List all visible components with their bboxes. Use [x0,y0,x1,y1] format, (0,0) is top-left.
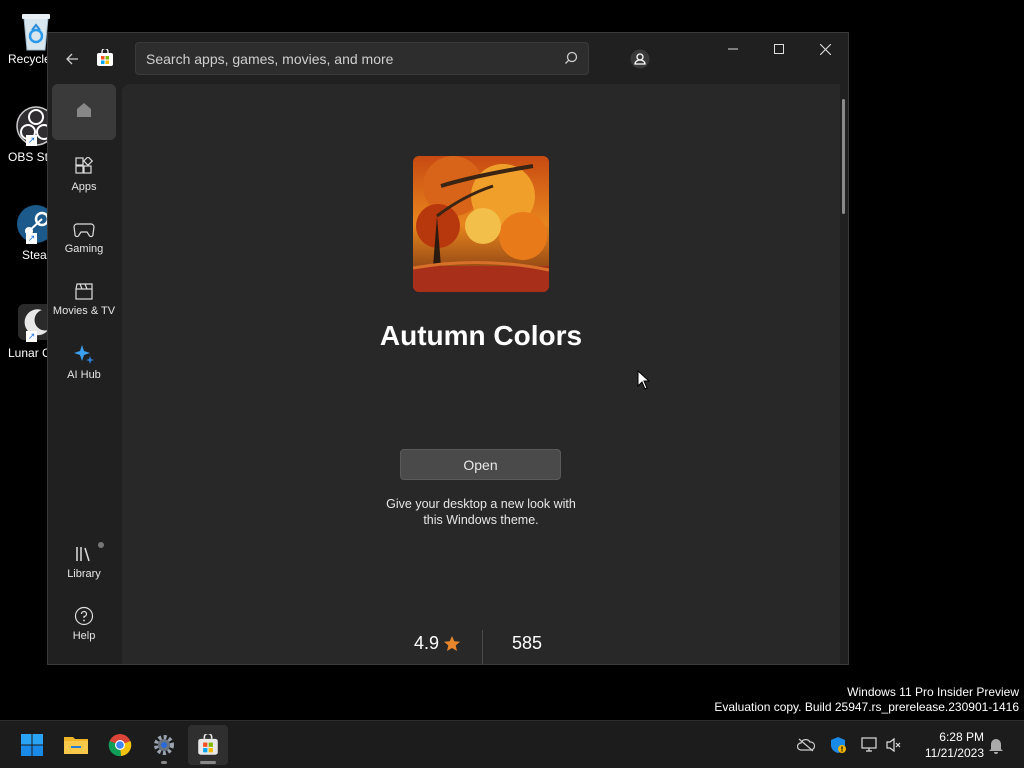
gear-icon [154,735,174,755]
taskbar-chrome[interactable] [100,725,140,765]
store-logo-icon [96,47,114,67]
active-indicator [200,761,216,764]
gamepad-icon [73,223,95,238]
scrollbar[interactable] [842,99,845,214]
system-clock[interactable]: 6:28 PM 11/21/2023 [912,729,984,761]
back-arrow-icon [66,53,78,65]
library-icon [76,547,90,562]
help-icon [74,606,94,626]
nav-item-help[interactable]: Help [52,598,116,656]
product-description: Give your desktop a new look with this W… [386,497,576,527]
clapperboard-icon [75,283,93,300]
account-button[interactable] [628,47,652,71]
home-icon [77,103,91,117]
folder-icon [64,737,88,754]
mouse-cursor-icon [637,370,651,390]
nav-item-apps[interactable]: Apps [52,149,116,207]
onedrive-offline-icon[interactable] [796,735,816,755]
sparkle-icon [74,345,94,364]
product-title: Autumn Colors [379,320,583,351]
notification-bell-icon[interactable] [986,735,1006,755]
windows-watermark: Windows 11 Pro Insider Preview Evaluatio… [714,685,1019,715]
running-indicator [161,761,167,764]
network-icon[interactable] [860,735,880,755]
start-button[interactable] [12,725,52,765]
update-badge [98,542,104,548]
navigation-rail: Apps Gaming Movies & TV AI Hub Library H… [48,83,122,664]
product-thumbnail [413,156,549,292]
shortcut-arrow-icon: ↗ [26,233,37,244]
open-button[interactable]: Open [400,449,561,480]
shortcut-arrow-icon: ↗ [26,331,37,342]
watermark-line-2: Evaluation copy. Build 25947.rs_prerelea… [714,700,1019,714]
store-icon [198,734,218,755]
nav-item-gaming[interactable]: Gaming [52,211,116,269]
nav-label: Help [72,630,96,642]
nav-item-ai-hub[interactable]: AI Hub [52,335,116,393]
close-button[interactable] [802,33,848,65]
nav-label: AI Hub [67,369,101,381]
chrome-icon [108,734,132,757]
maximize-icon [774,44,784,54]
minimize-icon [728,48,738,50]
taskbar-microsoft-store[interactable] [188,725,228,765]
back-button[interactable] [60,47,84,71]
shortcut-arrow-icon: ↗ [26,135,37,146]
clock-time: 6:28 PM [939,730,984,744]
star-icon [444,635,461,651]
nav-label: Library [67,568,101,580]
close-icon [819,43,831,55]
title-bar[interactable]: Search apps, games, movies, and more [48,33,848,83]
maximize-button[interactable] [756,33,802,65]
taskbar-settings[interactable] [144,725,184,765]
search-input[interactable]: Search apps, games, movies, and more [135,42,589,75]
watermark-line-1: Windows 11 Pro Insider Preview [847,685,1019,699]
nav-label: Apps [71,181,97,193]
nav-item-home[interactable] [52,84,116,140]
user-icon [630,49,650,69]
nav-label: Movies & TV [52,305,116,317]
taskbar-file-explorer[interactable] [56,725,96,765]
clock-date: 11/21/2023 [924,746,984,760]
volume-muted-icon[interactable] [884,735,904,755]
windows-security-icon[interactable] [828,735,848,755]
rating-summary[interactable]: 4.9 [414,633,461,654]
nav-item-library[interactable]: Library [52,536,116,594]
apps-icon [75,157,94,174]
rating-value: 4.9 [414,633,440,653]
minimize-button[interactable] [710,33,756,65]
store-window: Search apps, games, movies, and more App… [47,32,849,665]
nav-item-movies-tv[interactable]: Movies & TV [52,273,116,331]
search-placeholder: Search apps, games, movies, and more [146,51,394,67]
ratings-count: 585 [512,633,543,653]
search-icon[interactable] [564,51,578,70]
taskbar: 6:28 PM 11/21/2023 [0,720,1024,768]
divider [482,630,483,664]
product-page: Autumn Colors Open Give your desktop a n… [122,84,840,664]
nav-label: Gaming [64,243,104,255]
windows-logo-icon [21,734,43,756]
